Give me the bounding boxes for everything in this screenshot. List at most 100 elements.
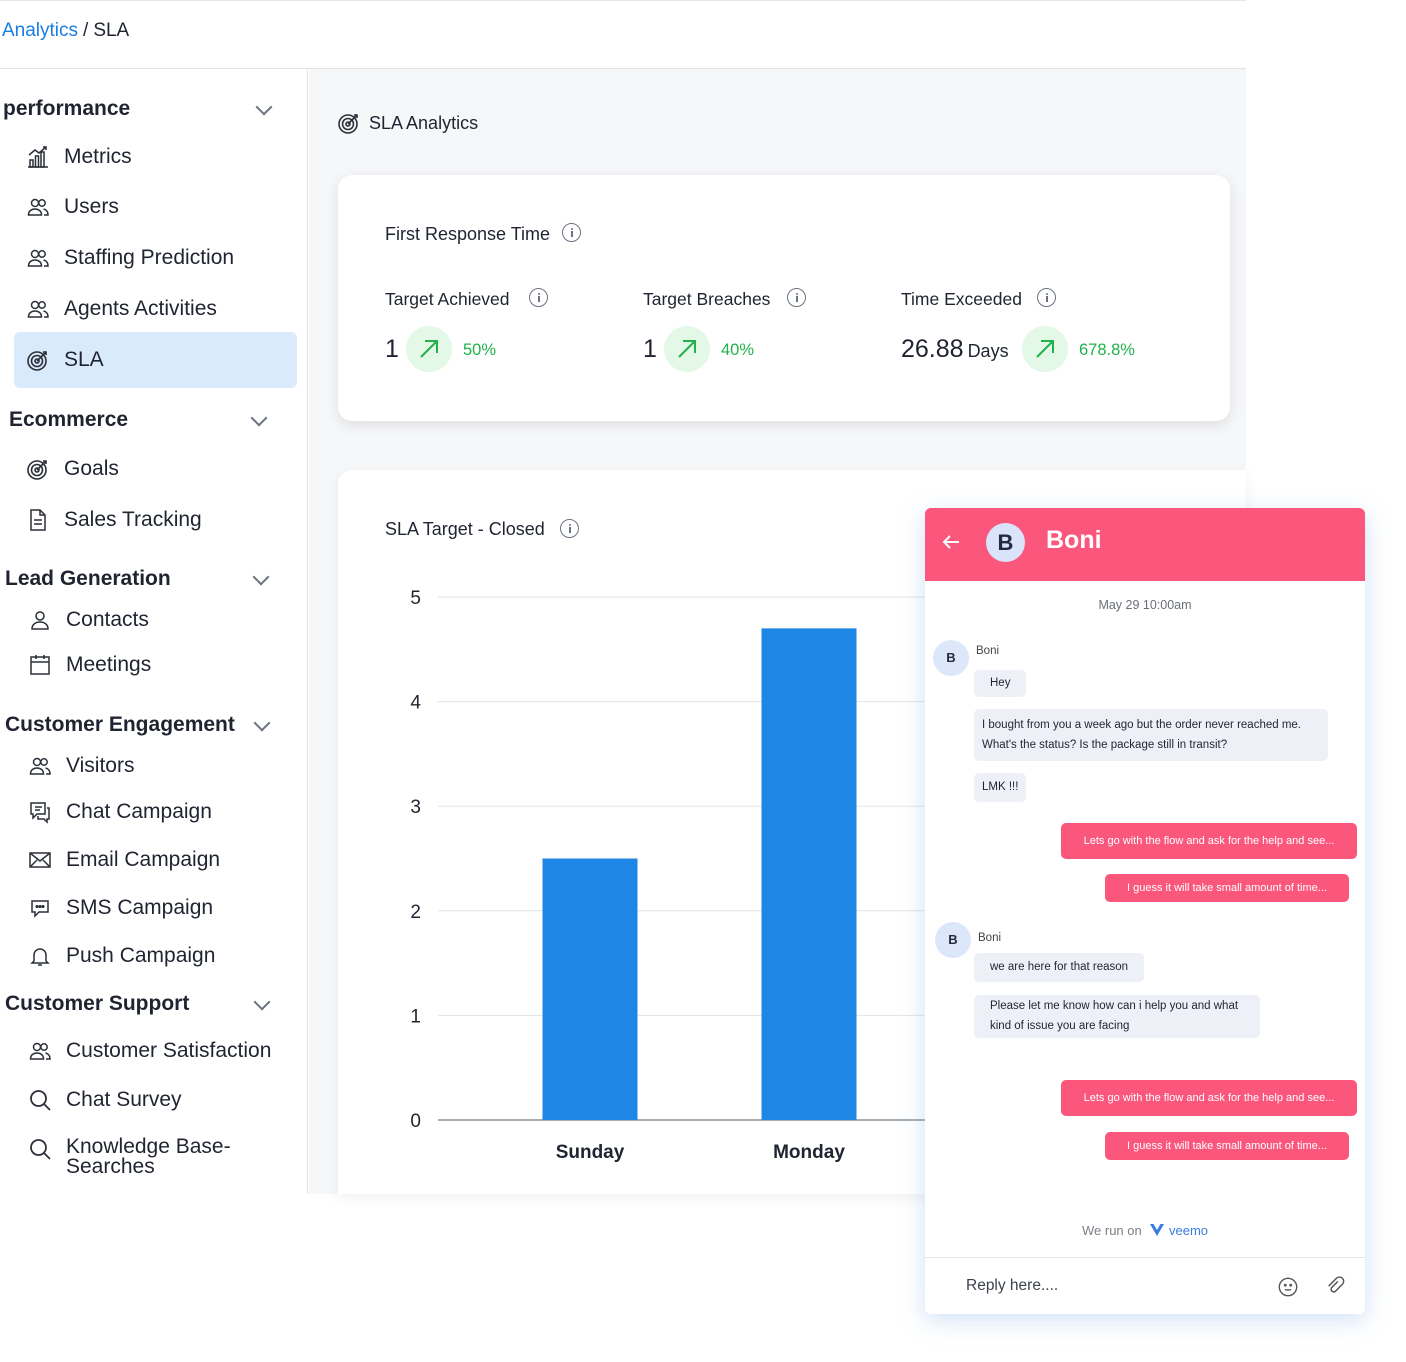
sidebar-item-staffing-prediction[interactable]: Staffing Prediction [14,235,297,281]
sidebar-item-label: Customer Satisfaction [66,1039,272,1062]
sms-icon [31,900,49,918]
chevron-down-icon[interactable] [255,98,273,116]
message-timestamp: May 29 10:00am [1098,598,1192,612]
trend-up-icon [1022,326,1068,372]
y-tick-label: 4 [410,693,421,714]
sidebar-item-label: Visitors [66,754,135,777]
breadcrumb: Analytics / SLA [2,20,129,42]
chat-icon [30,802,50,824]
attachment-icon[interactable] [1325,1276,1347,1298]
users-icon [27,249,49,267]
emoji-icon[interactable] [1277,1276,1299,1298]
sidebar-item-sales-tracking[interactable]: Sales Tracking [14,497,297,543]
sidebar-item-agents-activities[interactable]: Agents Activities [14,286,297,332]
target-icon [338,114,358,134]
y-tick-label: 3 [410,797,421,818]
sidebar-item-label: Email Campaign [66,848,221,871]
sidebar-item-knowledge-base-searches[interactable]: Knowledge Base- Searches [14,1126,297,1186]
bar-monday[interactable] [761,628,857,1120]
back-arrow-icon[interactable] [939,530,963,554]
sidebar-item-label: Push Campaign [66,944,216,967]
sidebar-item-label: Chat Campaign [66,800,212,823]
sidebar-item-sms-campaign[interactable]: SMS Campaign [14,885,297,931]
x-tick-label: Monday [773,1142,845,1163]
sidebar-item-sla[interactable]: SLA [14,332,297,388]
sidebar-item-label: SLA [64,348,104,371]
metric-label: Target Achieved [385,289,510,309]
bar-sunday[interactable] [542,858,638,1121]
sidebar-item-goals[interactable]: Goals [14,446,297,492]
page-title: SLA Analytics [369,113,479,133]
outgoing-message: Lets go with the flow and ask for the he… [1061,1080,1357,1116]
sidebar-item-label: Meetings [66,653,152,676]
info-icon[interactable] [787,288,806,307]
user-icon [31,611,49,630]
sidebar-item-label: Staffing Prediction [64,246,235,269]
sidebar-item-push-campaign[interactable]: Push Campaign [14,933,297,979]
sidebar-item-customer-satisfaction[interactable]: Customer Satisfaction [14,1028,297,1074]
top-border [0,0,1246,1]
metric-value: 1 [643,335,657,363]
x-tick-label: Sunday [556,1142,625,1163]
incoming-message: I bought from you a week ago but the ord… [974,709,1328,761]
sidebar-item-label: Agents Activities [64,297,217,320]
info-icon[interactable] [562,223,581,242]
chevron-down-icon[interactable] [250,409,268,427]
sidebar-item-contacts[interactable]: Contacts [14,597,297,643]
y-tick-label: 5 [410,588,421,609]
chat-header: B Boni [925,508,1365,581]
sidebar-item-label: Chat Survey [66,1088,182,1111]
outgoing-message: I guess it will take small amount of tim… [1105,1132,1349,1160]
sidebar-item-chat-campaign[interactable]: Chat Campaign [14,789,297,835]
section-performance[interactable]: performance [3,97,130,121]
metric-change: 678.8% [1079,341,1135,359]
breadcrumb-separator: / [83,20,89,41]
sidebar-item-label: Users [64,195,119,218]
sidebar-item-meetings[interactable]: Meetings [14,642,297,688]
incoming-message: we are here for that reason [974,953,1145,982]
document-icon [30,509,46,531]
chevron-down-icon[interactable] [252,568,270,586]
y-tick-label: 2 [410,902,421,923]
incoming-message: Please let me know how can i help you an… [974,995,1260,1038]
message-sender: Boni [978,932,1002,944]
section-ecommerce[interactable]: Ecommerce [9,408,128,432]
metric-label: Time Exceeded [901,289,1022,309]
sidebar-item-label: Knowledge Base- Searches [66,1135,231,1178]
section-customer-engagement[interactable]: Customer Engagement [5,713,235,737]
target-icon [27,351,47,371]
chart-growth-icon [28,146,48,168]
outgoing-message: I guess it will take small amount of tim… [1105,874,1349,902]
sidebar-item-label: SMS Campaign [66,896,214,919]
sidebar-item-label: Sales Tracking [64,508,202,531]
sidebar-item-label: Goals [64,457,119,480]
avatar: B [933,640,969,676]
chevron-down-icon[interactable] [253,714,271,732]
sidebar-item-email-campaign[interactable]: Email Campaign [14,837,297,883]
target-icon [27,460,47,480]
y-tick-label: 1 [410,1006,421,1027]
section-lead-generation[interactable]: Lead Generation [5,567,171,591]
chat-widget: B Boni May 29 10:00am B Boni Hey I bough… [925,508,1365,1314]
users-icon [27,300,49,318]
users-icon [27,198,49,216]
sidebar-item-visitors[interactable]: Visitors [14,743,297,789]
trend-up-icon [664,326,710,372]
sidebar-item-users[interactable]: Users [14,184,297,230]
powered-by: We run on veemo [1081,1223,1209,1238]
reply-input[interactable]: Reply here.... [966,1277,1058,1295]
info-icon[interactable] [1037,288,1056,307]
chevron-down-icon[interactable] [253,993,271,1011]
metric-value: 26.88 Days [901,335,1009,363]
veemo-logo-icon [1150,1224,1165,1236]
message-sender: Boni [976,645,1000,657]
metric-label: Target Breaches [643,289,771,309]
bell-icon [30,948,50,966]
y-tick-label: 0 [410,1111,421,1132]
section-customer-support[interactable]: Customer Support [5,992,189,1016]
sidebar-item-chat-survey[interactable]: Chat Survey [14,1077,297,1123]
trend-up-icon [406,326,452,372]
info-icon[interactable] [529,288,548,307]
sidebar-item-metrics[interactable]: Metrics [14,134,297,180]
breadcrumb-analytics-link[interactable]: Analytics [2,20,78,41]
